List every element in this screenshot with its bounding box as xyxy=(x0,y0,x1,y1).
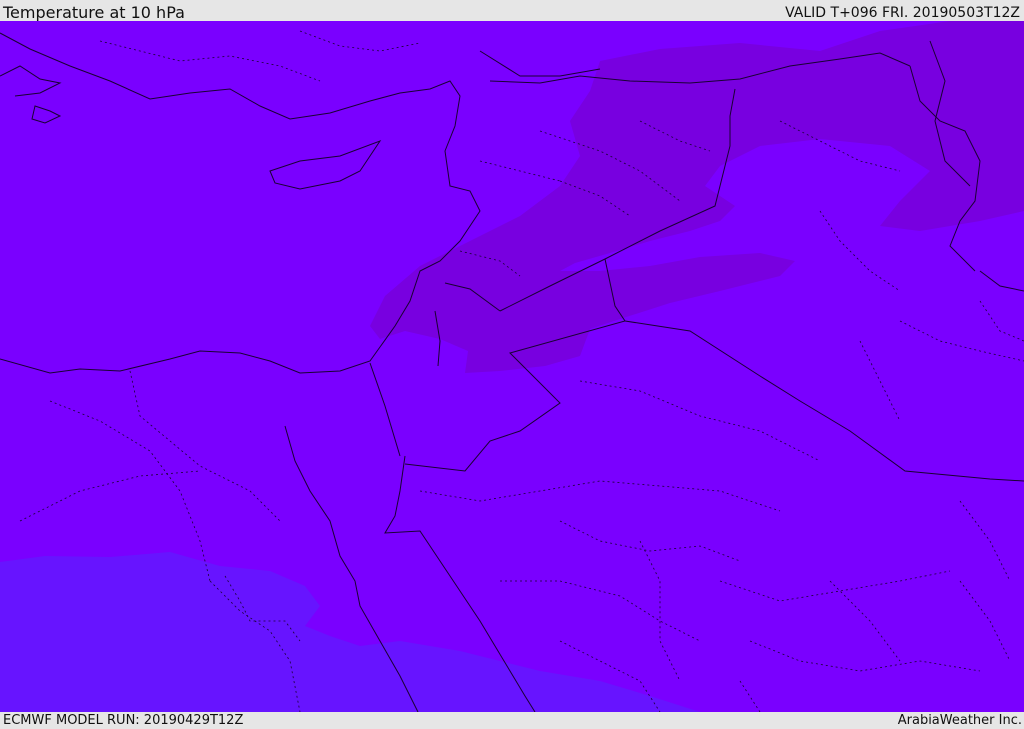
map-title: Temperature at 10 hPa xyxy=(3,3,185,22)
temperature-map xyxy=(0,21,1024,712)
model-run-label: ECMWF MODEL RUN: 20190429T12Z xyxy=(3,713,244,728)
valid-time-label: VALID T+096 FRI. 20190503T12Z xyxy=(785,5,1020,21)
map-header: Temperature at 10 hPa VALID T+096 FRI. 2… xyxy=(0,0,1024,22)
map-footer: ECMWF MODEL RUN: 20190429T12Z ArabiaWeat… xyxy=(0,712,1024,729)
credit-label: ArabiaWeather Inc. xyxy=(897,713,1022,728)
map-canvas xyxy=(0,21,1024,712)
